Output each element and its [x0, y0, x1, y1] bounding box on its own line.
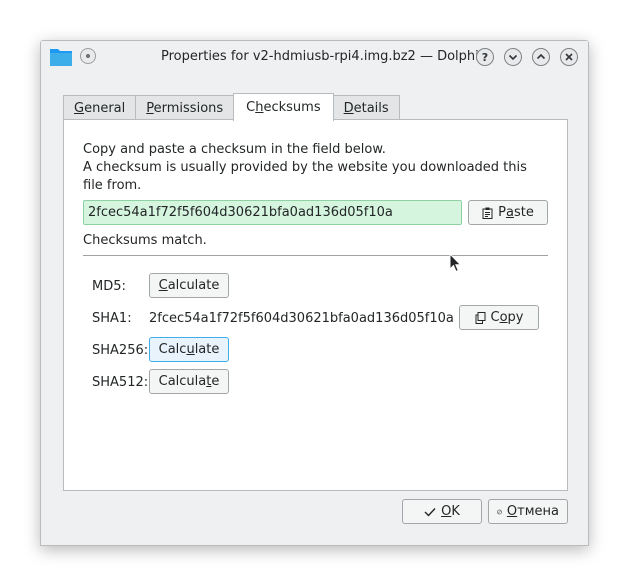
ok-button[interactable]: OK: [402, 499, 482, 524]
help-icon: ?: [481, 50, 489, 64]
sha512-label: SHA512:: [92, 375, 149, 390]
sha256-calculate-button[interactable]: Calc u late: [149, 337, 229, 362]
md5-label: MD5:: [92, 279, 126, 294]
mouse-pointer-icon: [449, 253, 462, 273]
sha1-label: SHA1:: [92, 311, 132, 326]
help-button[interactable]: ?: [476, 48, 494, 66]
close-icon: [565, 53, 573, 61]
sha256-label: SHA256:: [92, 343, 149, 358]
tab-details[interactable]: Details: [332, 95, 400, 120]
pin-on-all-desktops-button[interactable]: [80, 48, 96, 64]
checksum-instructions: Copy and paste a checksum in the field b…: [83, 141, 538, 195]
minimize-button[interactable]: [504, 48, 522, 66]
instructions-line-1: Copy and paste a checksum in the field b…: [83, 142, 386, 157]
checksums-panel: Copy and paste a checksum in the field b…: [63, 119, 568, 491]
checksum-input[interactable]: [83, 200, 462, 225]
maximize-button[interactable]: [532, 48, 550, 66]
tab-checksums[interactable]: Checksums: [233, 93, 334, 121]
separator: [83, 255, 548, 256]
copy-icon: [475, 311, 485, 324]
clipboard-icon: [482, 207, 493, 219]
sha1-value: 2fcec54a1f72f5f604d30621bfa0ad136d05f10a: [149, 311, 454, 326]
sha512-calculate-button[interactable]: Calcula t e: [149, 369, 229, 394]
folder-icon[interactable]: [49, 46, 73, 68]
instructions-line-2: A checksum is usually provided by the we…: [83, 160, 527, 193]
close-button[interactable]: [560, 48, 578, 66]
tab-bar: General Permissions Checksums Details: [63, 93, 400, 121]
cancel-icon: [497, 509, 502, 514]
properties-dialog: Properties for v2-hdmiusb-rpi4.img.bz2 —…: [40, 40, 589, 546]
title-bar[interactable]: Properties for v2-hdmiusb-rpi4.img.bz2 —…: [41, 41, 588, 73]
tab-general[interactable]: General: [63, 95, 137, 120]
cancel-button[interactable]: Отмена: [488, 499, 568, 524]
chevron-down-icon: [508, 54, 518, 61]
checkmark-icon: [424, 507, 436, 517]
window-title: Properties for v2-hdmiusb-rpi4.img.bz2 —…: [161, 49, 488, 64]
md5-calculate-button[interactable]: Calculate: [149, 273, 229, 298]
tab-permissions[interactable]: Permissions: [135, 95, 235, 120]
copy-button[interactable]: Co py: [459, 305, 539, 330]
chevron-up-icon: [536, 53, 546, 60]
checksum-status: Checksums match.: [83, 233, 207, 248]
paste-button[interactable]: Pa ste: [468, 200, 548, 225]
